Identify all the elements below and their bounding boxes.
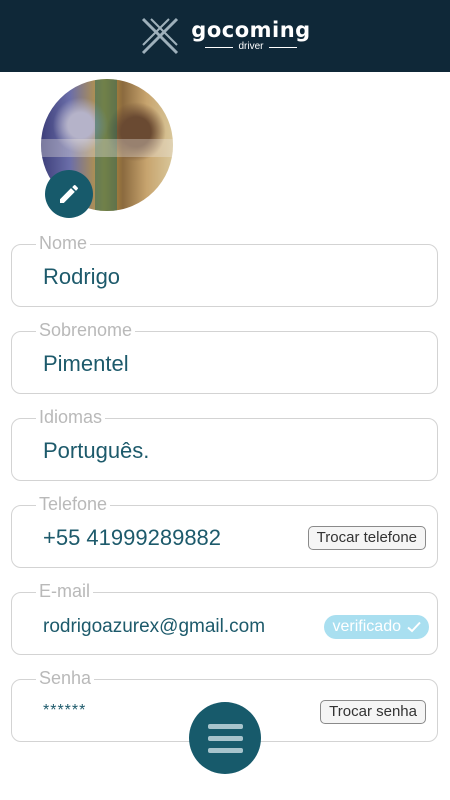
telefone-field: Telefone +55 41999289882 Trocar telefone	[11, 493, 438, 568]
nome-field[interactable]: Nome Rodrigo	[11, 232, 438, 307]
idiomas-field[interactable]: Idiomas Português.	[11, 406, 438, 481]
sobrenome-label: Sobrenome	[36, 319, 136, 341]
senha-value: ******	[43, 702, 87, 719]
nome-value[interactable]: Rodrigo	[43, 264, 120, 290]
pencil-icon	[60, 185, 78, 203]
change-password-button[interactable]: Trocar senha	[320, 700, 426, 724]
menu-button[interactable]	[189, 702, 261, 774]
telefone-label: Telefone	[36, 493, 111, 515]
brand-subtitle: driver	[238, 41, 264, 52]
checkmark-icon	[407, 621, 421, 633]
hamburger-menu-icon	[207, 723, 243, 729]
edit-photo-button[interactable]	[45, 170, 93, 218]
app-header: gocoming driver	[0, 0, 450, 72]
sobrenome-field[interactable]: Sobrenome Pimentel	[11, 319, 438, 394]
email-label: E-mail	[36, 580, 94, 602]
idiomas-label: Idiomas	[36, 406, 106, 428]
telefone-value: +55 41999289882	[43, 525, 222, 550]
idiomas-value[interactable]: Português.	[43, 438, 149, 464]
sobrenome-value[interactable]: Pimentel	[43, 351, 129, 377]
brand-name: gocoming	[191, 18, 311, 42]
email-field: E-mail rodrigoazurex@gmail.com verificad…	[11, 580, 438, 655]
brand-logo: gocoming driver	[139, 15, 310, 57]
email-value: rodrigoazurex@gmail.com	[43, 616, 266, 637]
verified-badge: verificado	[323, 615, 429, 639]
verified-badge-text: verificado	[332, 618, 401, 635]
senha-label: Senha	[36, 667, 95, 689]
nome-label: Nome	[36, 232, 91, 254]
logo-x-icon	[142, 17, 179, 55]
change-phone-button[interactable]: Trocar telefone	[307, 526, 426, 550]
